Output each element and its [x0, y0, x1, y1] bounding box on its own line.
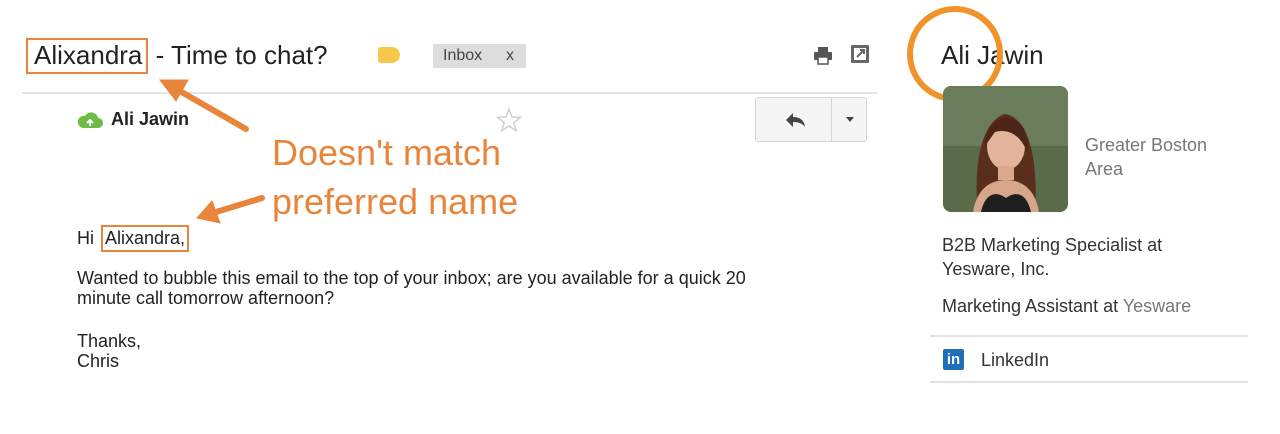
email-greeting: Hi Alixandra,	[77, 225, 190, 252]
location-text: Greater Boston Area	[1085, 135, 1208, 179]
header-divider	[22, 92, 877, 94]
inbox-label-chip[interactable]: Inbox x	[433, 44, 526, 68]
remove-label-icon[interactable]: x	[506, 44, 514, 68]
profile-divider-bottom	[930, 381, 1248, 383]
annotation-line-1: Doesn't match	[272, 132, 501, 173]
print-icon[interactable]	[813, 45, 833, 65]
annotation-line-2: preferred name	[272, 181, 519, 222]
company-link[interactable]: Yesware	[1123, 296, 1191, 316]
linkedin-link[interactable]: LinkedIn	[981, 348, 1049, 372]
profile-photo	[943, 86, 1068, 212]
new-window-icon[interactable]	[850, 44, 870, 64]
profile-divider	[930, 335, 1248, 337]
profile-title-1: B2B Marketing Specialist at Yesware, Inc…	[942, 235, 1163, 279]
email-signoff: Thanks,	[77, 331, 142, 351]
reply-button[interactable]	[755, 97, 832, 142]
profile-title-2: Marketing Assistant at Yesware	[942, 294, 1191, 318]
arrow-to-greeting	[196, 195, 265, 224]
star-icon[interactable]	[495, 106, 523, 134]
sender-name[interactable]: Ali Jawin	[111, 109, 189, 130]
linkedin-icon[interactable]: in	[943, 349, 964, 370]
more-options-button[interactable]	[831, 97, 867, 142]
chevron-down-icon	[846, 117, 854, 122]
profile-location: Greater Boston Area	[1085, 133, 1225, 181]
subject-name-highlight: Alixandra	[26, 38, 149, 74]
email-body-line-1: Wanted to bubble this email to the top o…	[77, 268, 746, 288]
inbox-chip-label: Inbox	[443, 47, 483, 64]
title-2-text: Marketing Assistant at	[942, 296, 1123, 316]
subject-text: - Time to chat?	[148, 40, 328, 70]
greeting-name-highlight: Alixandra,	[101, 225, 190, 252]
reply-icon	[786, 113, 805, 127]
email-body-line-2: minute call tomorrow afternoon?	[77, 288, 335, 308]
greeting-prefix: Hi	[77, 228, 99, 248]
email-signature: Chris	[77, 351, 120, 371]
label-tag-icon[interactable]	[378, 47, 400, 63]
email-subject: Alixandra - Time to chat?	[26, 38, 328, 74]
cloud-icon	[77, 112, 103, 128]
